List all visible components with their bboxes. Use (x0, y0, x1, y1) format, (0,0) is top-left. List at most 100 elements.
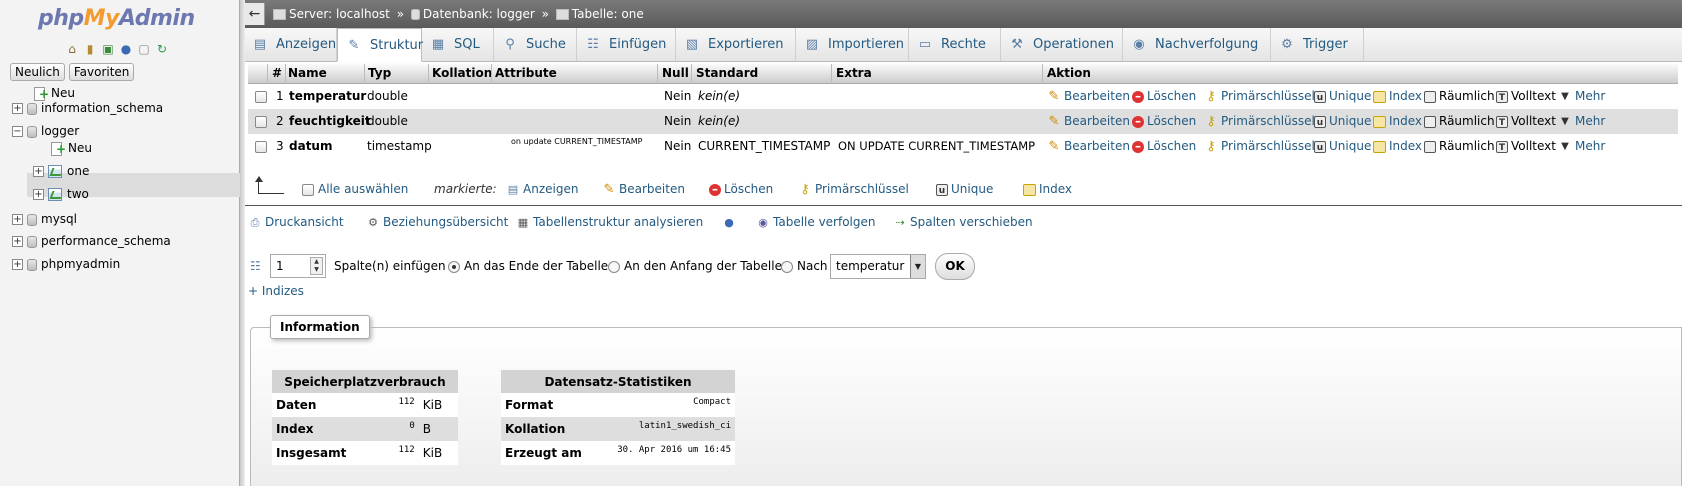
tab-browse[interactable]: ▤ Anzeigen (244, 28, 337, 61)
unique-link[interactable]: u Unique (1314, 109, 1371, 134)
breadcrumb-server[interactable]: Server: localhost (289, 7, 390, 21)
delete-link[interactable]: – Löschen (1132, 134, 1196, 159)
col-header-extra[interactable]: Extra (836, 62, 872, 84)
expand-icon[interactable]: + (12, 259, 23, 270)
tree-new-table[interactable]: Neu (50, 137, 92, 160)
tab-structure[interactable]: ✎ Struktur (337, 28, 423, 62)
tab-trigger[interactable]: ⚙ Trigger (1271, 28, 1364, 61)
track-table-link[interactable]: ◉ Tabelle verfolgen (756, 212, 875, 232)
unique-icon: u (1314, 90, 1326, 103)
expand-icon[interactable]: + (12, 103, 23, 114)
breadcrumb-database[interactable]: Datenbank: logger (423, 7, 535, 21)
col-header-default[interactable]: Standard (696, 62, 758, 84)
index-link[interactable]: Index (1373, 84, 1422, 109)
unique-link[interactable]: u Unique (1314, 134, 1371, 159)
fulltext-link[interactable]: T Volltext (1496, 134, 1556, 159)
recent-tab[interactable]: Neulich (10, 63, 65, 81)
tab-privileges[interactable]: ▭ Rechte (909, 28, 1001, 61)
more-dropdown[interactable]: ▼ Mehr (1558, 134, 1605, 159)
bulk-unique-button[interactable]: u Unique (936, 176, 993, 202)
radio-after[interactable]: Nach (781, 253, 828, 279)
tab-operations[interactable]: ⚒ Operationen (1001, 28, 1123, 61)
more-dropdown[interactable]: ▼ Mehr (1558, 109, 1605, 134)
primary-key-link[interactable]: ⚷ Primärschlüssel (1204, 109, 1315, 134)
help-icon[interactable]: ● (118, 41, 134, 57)
primary-key-link[interactable]: ⚷ Primärschlüssel (1204, 134, 1315, 159)
unique-link[interactable]: u Unique (1314, 84, 1371, 109)
tree-db-mysql[interactable]: + mysql (12, 208, 77, 230)
col-header-type[interactable]: Typ (368, 62, 391, 84)
index-link[interactable]: Index (1373, 109, 1422, 134)
home-icon[interactable]: ⌂ (64, 41, 80, 57)
spatial-link[interactable]: Räumlich (1424, 84, 1495, 109)
expand-icon[interactable]: + (33, 189, 44, 200)
database-icon (410, 9, 420, 20)
move-columns-link[interactable]: ⇢ Spalten verschieben (893, 212, 1032, 232)
tab-export[interactable]: ▧ Exportieren (676, 28, 796, 61)
breadcrumb-bar: ← Server: localhost » Datenbank: logger … (245, 0, 1682, 28)
tree-db-phpmyadmin[interactable]: + phpmyadmin (12, 253, 120, 275)
edit-link[interactable]: ✎ Bearbeiten (1047, 84, 1130, 109)
edit-link[interactable]: ✎ Bearbeiten (1047, 109, 1130, 134)
delete-link[interactable]: – Löschen (1132, 109, 1196, 134)
fulltext-link[interactable]: T Volltext (1496, 84, 1556, 109)
row-checkbox[interactable] (255, 115, 267, 128)
tab-tracking[interactable]: ◉ Nachverfolgung (1123, 28, 1271, 61)
after-column-select[interactable]: temperatur ▼ (830, 254, 926, 279)
indexes-toggle-link[interactable]: + Indizes (248, 284, 304, 298)
relation-view-link[interactable]: ⚙ Beziehungsübersicht (366, 212, 508, 232)
row-checkbox[interactable] (255, 90, 267, 103)
col-header-null[interactable]: Null (662, 62, 689, 84)
bulk-primary-button[interactable]: ⚷ Primärschlüssel (798, 176, 909, 202)
expand-icon[interactable]: + (12, 214, 23, 225)
tab-import[interactable]: ▨ Importieren (796, 28, 909, 61)
bulk-index-button[interactable]: Index (1023, 176, 1072, 202)
col-header-collation[interactable]: Kollation (432, 62, 492, 84)
collapse-icon[interactable]: − (12, 126, 23, 137)
tab-sql[interactable]: ▦ SQL (422, 28, 494, 61)
help-icon[interactable]: ● (722, 212, 739, 232)
breadcrumb-table[interactable]: Tabelle: one (572, 7, 644, 21)
fulltext-link[interactable]: T Volltext (1496, 109, 1556, 134)
primary-key-link[interactable]: ⚷ Primärschlüssel (1204, 84, 1315, 109)
analyze-icon: ▦ (517, 215, 529, 229)
logout-icon[interactable]: ▮ (82, 41, 98, 57)
radio-beginning-of-table[interactable]: An den Anfang der Tabelle (608, 253, 782, 279)
radio-icon (781, 260, 793, 273)
row-statistics-table: Datensatz-Statistiken Format Compact Koll… (501, 370, 735, 465)
tree-table-one[interactable]: + one (33, 160, 89, 182)
more-dropdown[interactable]: ▼ Mehr (1558, 84, 1605, 109)
print-view-link[interactable]: ⎙ Druckansicht (248, 212, 344, 232)
index-link[interactable]: Index (1373, 134, 1422, 159)
analyze-structure-link[interactable]: ▦ Tabellenstruktur analysieren (516, 212, 703, 232)
col-header-attributes[interactable]: Attribute (495, 62, 557, 84)
ok-button[interactable]: OK (935, 253, 975, 280)
bulk-edit-button[interactable]: ✎ Bearbeiten (602, 176, 685, 202)
phpmyadmin-logo[interactable]: phpMyAdmin (38, 6, 195, 31)
favorites-tab[interactable]: Favoriten (68, 63, 135, 81)
expand-icon[interactable]: + (33, 166, 44, 177)
tab-insert[interactable]: ☷ Einfügen (577, 28, 676, 61)
bulk-browse-button[interactable]: ▤ Anzeigen (506, 176, 579, 202)
select-all-checkbox[interactable]: Alle auswählen (302, 176, 408, 202)
spatial-link[interactable]: Räumlich (1424, 134, 1495, 159)
spinner-icon[interactable]: ▲ ▼ (310, 257, 323, 275)
tree-db-information-schema[interactable]: + information_schema (12, 97, 163, 119)
reload-icon[interactable]: ↻ (154, 41, 170, 57)
row-checkbox[interactable] (255, 140, 267, 153)
docs-icon[interactable]: ▢ (136, 41, 152, 57)
delete-link[interactable]: – Löschen (1132, 84, 1196, 109)
radio-end-of-table[interactable]: An das Ende der Tabelle (448, 253, 608, 279)
bulk-delete-button[interactable]: – Löschen (709, 176, 773, 202)
spatial-link[interactable]: Räumlich (1424, 109, 1495, 134)
back-arrow-icon[interactable]: ← (245, 3, 265, 25)
expand-icon[interactable]: + (12, 236, 23, 247)
relation-icon: ⚙ (368, 215, 378, 229)
column-count-input[interactable]: 1 ▲ ▼ (270, 254, 326, 278)
tree-table-two[interactable]: + two (33, 183, 89, 205)
edit-link[interactable]: ✎ Bearbeiten (1047, 134, 1130, 159)
tab-search[interactable]: ⚲ Suche (494, 28, 577, 61)
tree-db-performance-schema[interactable]: + performance_schema (12, 230, 171, 252)
query-window-icon[interactable]: ▣ (100, 41, 116, 57)
col-header-name[interactable]: Name (288, 62, 327, 84)
